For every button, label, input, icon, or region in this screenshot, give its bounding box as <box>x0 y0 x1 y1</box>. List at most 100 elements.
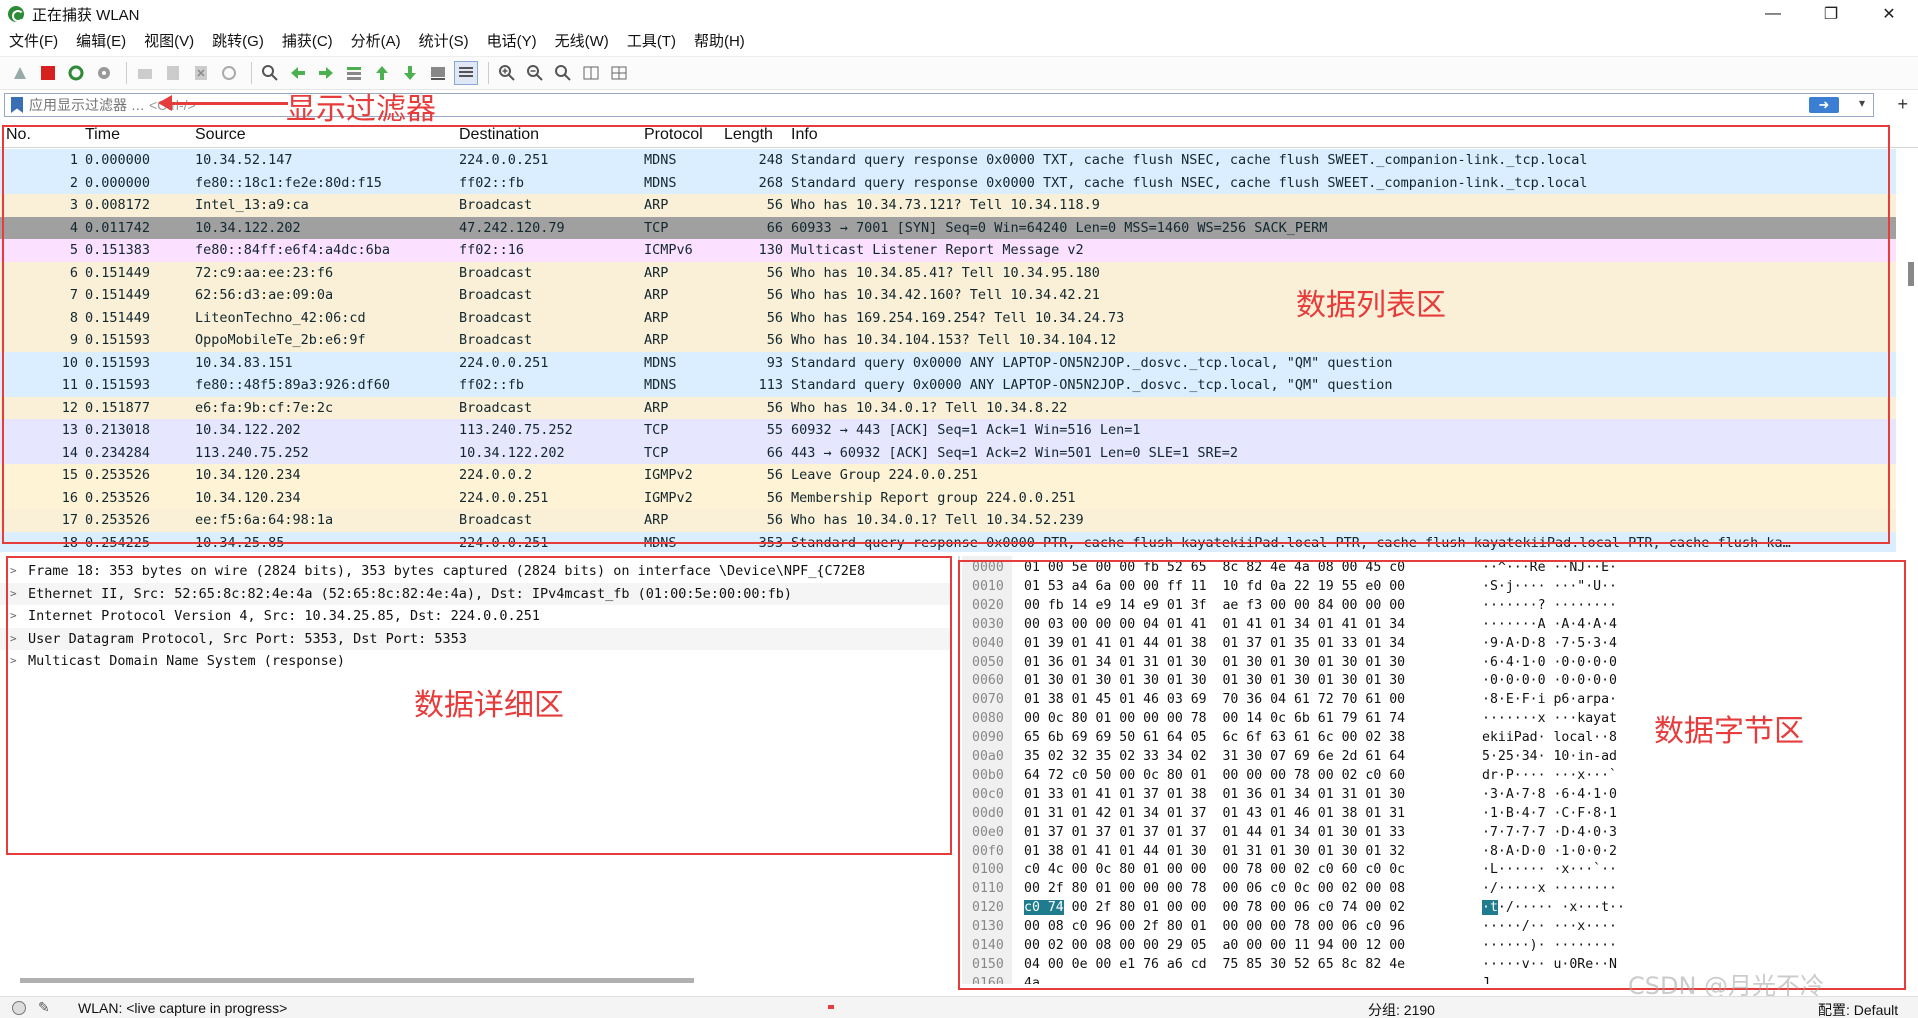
go-back-icon[interactable] <box>286 61 310 85</box>
column-header-time[interactable]: Time <box>85 126 120 144</box>
bytes-ascii[interactable]: ·····/·· ···x···· <box>1482 917 1617 936</box>
capture-comment-icon[interactable]: ✎ <box>38 999 50 1016</box>
scrollbar-thumb[interactable] <box>1908 262 1914 286</box>
packet-row[interactable]: 2 0.000000 fe80::18c1:fe2e:80d:f15 ff02::fb… <box>0 171 1896 194</box>
bytes-hex[interactable]: c0 74 00 2f 80 01 00 00 00 78 00 06 c0 7… <box>1024 898 1405 917</box>
bytes-ascii[interactable]: ·······A ·A·4·A·4 <box>1482 615 1617 634</box>
expert-info-icon[interactable] <box>12 1001 26 1015</box>
packet-row[interactable]: 12 0.151877 e6:fa:9b:cf:7e:2c Broadcast ARP 5… <box>0 396 1896 419</box>
menu-file[interactable]: 文件(F) <box>0 28 67 56</box>
packet-row[interactable]: 16 0.253526 10.34.120.234 224.0.0.251 IGMPv2… <box>0 486 1896 509</box>
packet-row[interactable]: 4 0.011742 10.34.122.202 47.242.120.79 TCP 66… <box>0 216 1896 239</box>
menu-edit[interactable]: 编辑(E) <box>67 28 135 56</box>
bytes-hex[interactable]: 01 33 01 41 01 37 01 38 01 36 01 34 01 3… <box>1024 785 1405 804</box>
bytes-ascii[interactable]: ·/·····x ········ <box>1482 879 1617 898</box>
layout-icon[interactable] <box>607 61 631 85</box>
zoom-in-icon[interactable] <box>495 61 519 85</box>
detail-tree-item[interactable]: > User Datagram Protocol, Src Port: 5353,… <box>0 627 952 650</box>
packet-row[interactable]: 3 0.008172 Intel_13:a9:ca Broadcast ARP 56 Who… <box>0 194 1896 217</box>
bytes-ascii[interactable]: ·1·B·4·7 ·C·F·8·1 <box>1482 804 1617 823</box>
profile-label[interactable]: 配置: Default <box>1818 1000 1898 1018</box>
bytes-ascii[interactable]: ·8·E·F·i p6·arpa· <box>1482 690 1617 709</box>
close-button[interactable]: ✕ <box>1860 0 1918 28</box>
add-filter-button[interactable]: + <box>1897 94 1908 115</box>
details-horizontal-scrollbar[interactable] <box>20 978 694 983</box>
autoscroll-icon[interactable] <box>426 61 450 85</box>
selected-bytes-ascii[interactable]: ·t <box>1482 900 1498 916</box>
detail-tree-item[interactable]: > Ethernet II, Src: 52:65:8c:82:4e:4a (52… <box>0 582 952 606</box>
normal-size-icon[interactable] <box>551 61 575 85</box>
bytes-hex[interactable]: 01 53 a4 6a 00 00 ff 11 10 fd 0a 22 19 5… <box>1024 577 1405 596</box>
packet-row[interactable]: 17 0.253526 ee:f5:6a:64:98:1a Broadcast ARP 5… <box>0 509 1896 532</box>
resize-columns-icon[interactable] <box>579 61 603 85</box>
detail-tree-item[interactable]: > Frame 18: 353 bytes on wire (2824 bits)… <box>0 560 952 583</box>
bytes-ascii[interactable]: ·······? ········ <box>1482 596 1617 615</box>
bytes-hex[interactable]: 35 02 32 35 02 33 34 02 31 30 07 69 6e 2… <box>1024 747 1405 766</box>
bytes-hex[interactable]: 04 00 0e 00 e1 76 a6 cd 75 85 30 52 65 8… <box>1024 955 1405 974</box>
menu-telephony[interactable]: 电话(Y) <box>478 28 546 56</box>
bytes-ascii[interactable]: ekiiPad· local··8 <box>1482 728 1617 747</box>
bytes-ascii[interactable]: J <box>1482 974 1490 984</box>
open-file-icon[interactable] <box>133 61 157 85</box>
bytes-hex[interactable]: c0 4c 00 0c 80 01 00 00 00 78 00 02 c0 6… <box>1024 860 1405 879</box>
packet-row[interactable]: 10 0.151593 10.34.83.151 224.0.0.251 MDNS 93 S… <box>0 351 1896 374</box>
bytes-hex[interactable]: 01 36 01 34 01 31 01 30 01 30 01 30 01 3… <box>1024 653 1405 672</box>
bytes-ascii[interactable]: ·0·0·0·0 ·0·0·0·0 <box>1482 671 1617 690</box>
maximize-button[interactable]: ❐ <box>1802 0 1860 28</box>
bytes-hex[interactable]: 00 2f 80 01 00 00 00 78 00 06 c0 0c 00 0… <box>1024 879 1405 898</box>
minimize-button[interactable]: — <box>1744 0 1802 28</box>
bytes-hex[interactable]: 01 37 01 37 01 37 01 37 01 44 01 34 01 3… <box>1024 823 1405 842</box>
bytes-hex[interactable]: 00 08 c0 96 00 2f 80 01 00 00 00 78 00 0… <box>1024 917 1405 936</box>
bytes-ascii[interactable]: ·····v·· u·0Re··N <box>1482 955 1617 974</box>
expand-chevron-icon[interactable]: > <box>10 650 17 673</box>
pane-splitter[interactable] <box>958 556 960 988</box>
bytes-hex[interactable]: 01 38 01 45 01 46 03 69 70 36 04 61 72 7… <box>1024 690 1405 709</box>
bytes-hex[interactable]: 00 02 00 08 00 00 29 05 a0 00 00 11 94 0… <box>1024 936 1405 955</box>
first-packet-icon[interactable] <box>370 61 394 85</box>
bookmark-icon[interactable] <box>11 97 23 113</box>
packet-row[interactable]: 8 0.151449 LiteonTechno_42:06:cd Broadcast A… <box>0 306 1896 329</box>
bytes-ascii[interactable]: ·8·A·D·0 ·1·0·0·2 <box>1482 842 1617 861</box>
detail-tree-item[interactable]: > Internet Protocol Version 4, Src: 10.34… <box>0 605 952 628</box>
apply-filter-arrow-icon[interactable]: ➜ <box>1809 97 1839 113</box>
bytes-hex[interactable]: 01 39 01 41 01 44 01 38 01 37 01 35 01 3… <box>1024 634 1405 653</box>
expand-chevron-icon[interactable]: > <box>10 583 17 606</box>
stop-capture-icon[interactable] <box>36 61 60 85</box>
packet-row[interactable]: 13 0.213018 10.34.122.202 113.240.75.252 TCP… <box>0 419 1896 442</box>
packet-row[interactable]: 11 0.151593 fe80::48f5:89a3:926:df60 ff02::… <box>0 374 1896 397</box>
menu-view[interactable]: 视图(V) <box>135 28 203 56</box>
bytes-hex[interactable]: 4a <box>1024 974 1040 984</box>
column-header-destination[interactable]: Destination <box>459 126 539 144</box>
close-file-icon[interactable] <box>189 61 213 85</box>
menu-wireless[interactable]: 无线(W) <box>546 28 618 56</box>
column-header-source[interactable]: Source <box>195 126 246 144</box>
packet-row[interactable]: 5 0.151383 fe80::84ff:e6f4:a4dc:6ba ff02::1… <box>0 239 1896 262</box>
bytes-ascii[interactable]: ··^···Re ··NJ··E· <box>1482 558 1617 577</box>
display-filter-input[interactable] <box>29 97 149 113</box>
bytes-ascii[interactable]: ·9·A·D·8 ·7·5·3·4 <box>1482 634 1617 653</box>
bytes-ascii[interactable]: ·L······ ·x···`·· <box>1482 860 1617 879</box>
bytes-ascii[interactable]: ·7·7·7·7 ·D·4·0·3 <box>1482 823 1617 842</box>
detail-tree-item[interactable]: > Multicast Domain Name System (response) <box>0 650 952 673</box>
column-header-protocol[interactable]: Protocol <box>644 126 703 144</box>
expand-chevron-icon[interactable]: > <box>10 605 17 628</box>
column-header-info[interactable]: Info <box>791 126 818 144</box>
find-packet-icon[interactable] <box>258 61 282 85</box>
packet-row[interactable]: 6 0.151449 72:c9:aa:ee:23:f6 Broadcast ARP 56… <box>0 261 1896 284</box>
bytes-hex[interactable]: 65 6b 69 69 50 61 64 05 6c 6f 63 61 6c 0… <box>1024 728 1405 747</box>
bytes-hex[interactable]: 01 38 01 41 01 44 01 30 01 31 01 30 01 3… <box>1024 842 1405 861</box>
packet-row[interactable]: 1 0.000000 10.34.52.147 224.0.0.251 MDNS 248 S… <box>0 149 1896 172</box>
column-header-no[interactable]: No. <box>6 126 31 144</box>
bytes-ascii[interactable]: ······)· ········ <box>1482 936 1617 955</box>
packet-list-scrollbar[interactable] <box>1900 262 1918 552</box>
menu-analyze[interactable]: 分析(A) <box>342 28 410 56</box>
bytes-hex[interactable]: 01 30 01 30 01 30 01 30 01 30 01 30 01 3… <box>1024 671 1405 690</box>
packet-row[interactable]: 9 0.151593 OppoMobileTe_2b:e6:9f Broadcast A… <box>0 329 1896 352</box>
packet-row[interactable]: 18 0.254225 10.34.25.85 224.0.0.251 MDNS 353 S… <box>0 531 1896 552</box>
packet-row[interactable]: 7 0.151449 62:56:d3:ae:09:0a Broadcast ARP 56… <box>0 284 1896 307</box>
start-capture-icon[interactable] <box>8 61 32 85</box>
reload-file-icon[interactable] <box>217 61 241 85</box>
bytes-ascii[interactable]: 5·25·34· 10·in-ad <box>1482 747 1617 766</box>
packet-row[interactable]: 14 0.234284 113.240.75.252 10.34.122.202 TCP… <box>0 441 1896 464</box>
colorize-icon[interactable] <box>454 61 478 85</box>
